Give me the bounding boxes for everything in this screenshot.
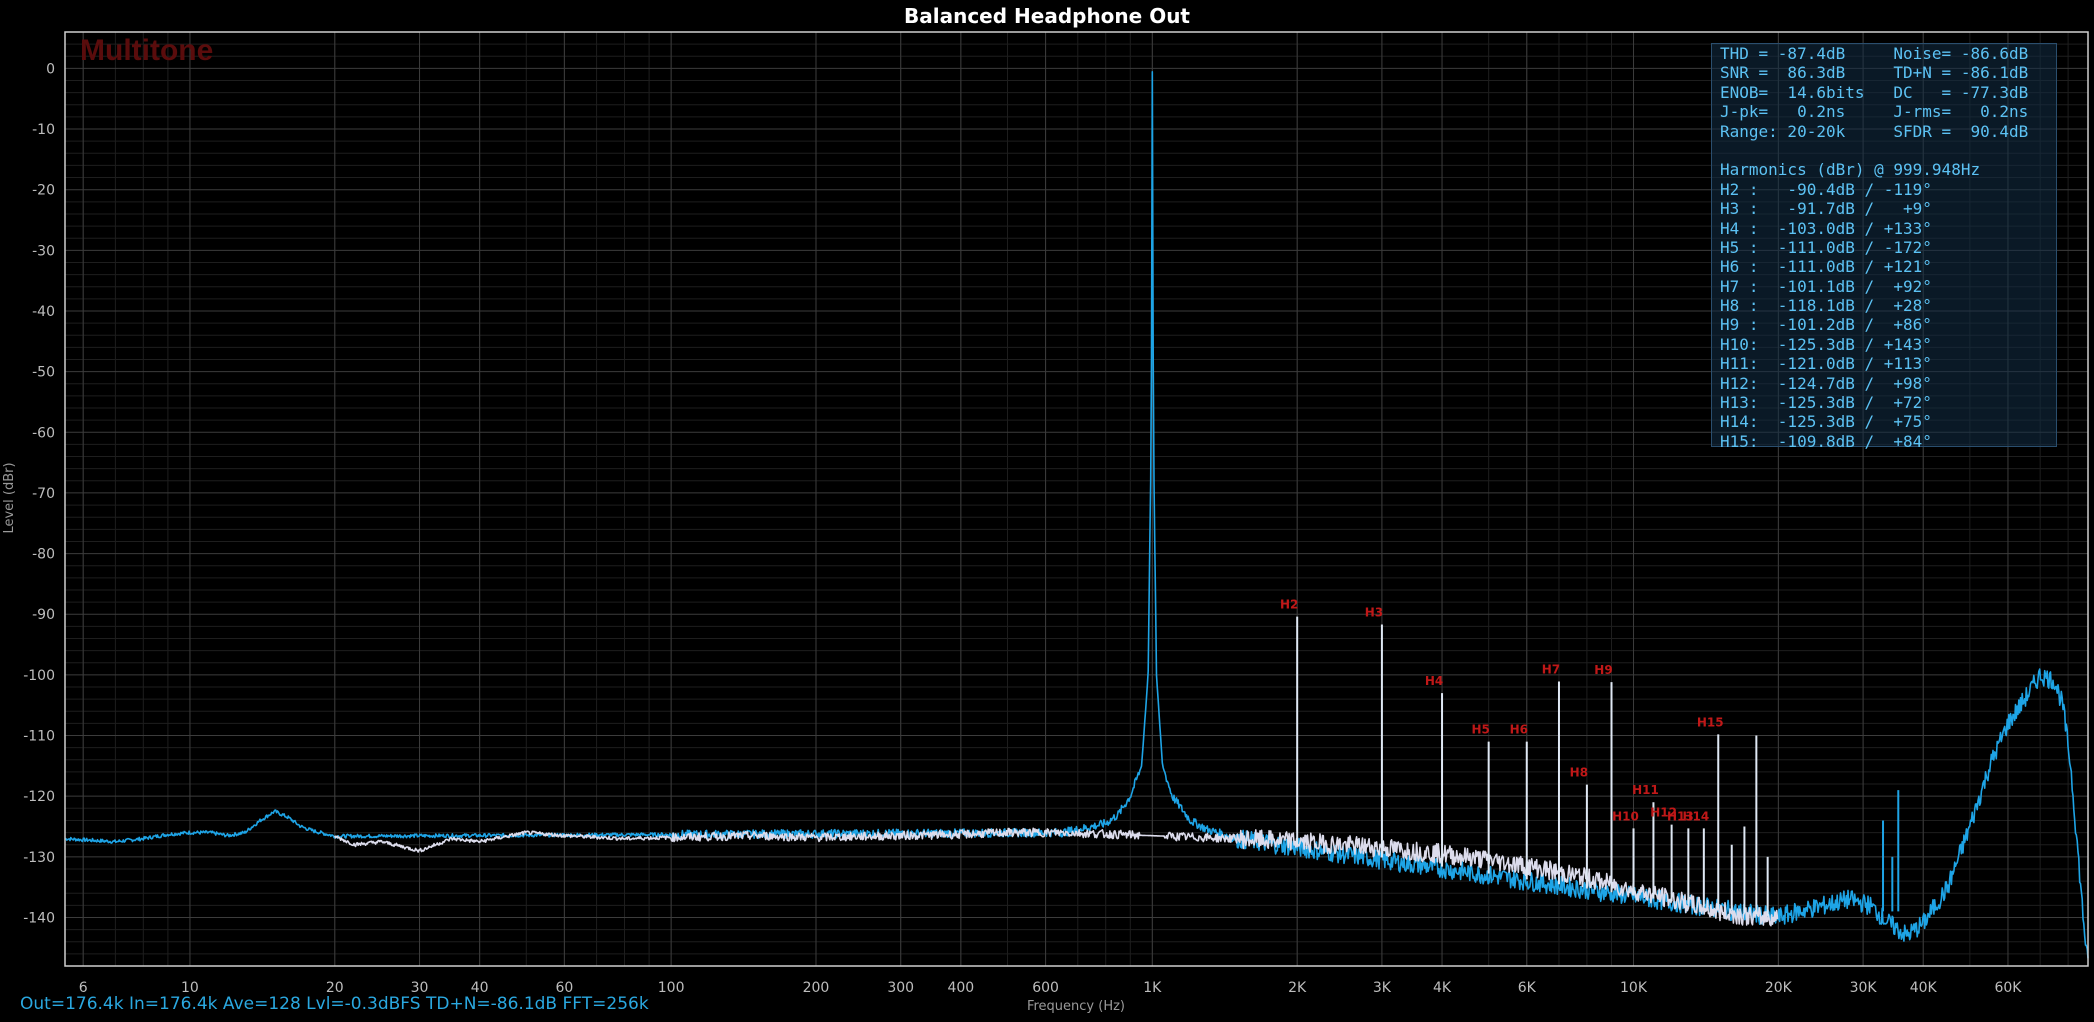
harmonic-label: H11 <box>1632 783 1659 797</box>
harmonic-label: H6 <box>1510 723 1528 737</box>
y-tick-label: -120 <box>23 789 55 805</box>
x-tick-label: 60K <box>1994 980 2022 996</box>
y-tick-label: -50 <box>32 365 55 381</box>
y-tick-label: -60 <box>32 425 55 441</box>
stats-panel: THD = -87.4dB Noise= -86.6dB SNR = 86.3d… <box>1711 43 2057 451</box>
y-tick-label: -140 <box>23 910 55 926</box>
harmonic-row: H5 : -111.0dB / -172° <box>1720 237 1932 257</box>
stats-spacer <box>1720 141 2056 160</box>
x-tick-label: 40K <box>1910 980 1938 996</box>
harmonic-label: H9 <box>1594 663 1612 677</box>
harmonic-row: H7 : -101.1dB / +92° <box>1720 276 1932 296</box>
x-tick-label: 30K <box>1850 980 1878 996</box>
harmonic-row: H15: -109.8dB / +84° <box>1720 431 1932 451</box>
y-tick-label: -20 <box>32 183 55 199</box>
harmonic-label: H10 <box>1612 809 1639 823</box>
y-tick-label: -80 <box>32 547 55 563</box>
harmonic-row: H2 : -90.4dB / -119° <box>1720 179 1932 199</box>
stats-summary-row: J-pk= 0.2ns J-rms= 0.2ns <box>1720 102 2029 122</box>
x-tick-label: 2K <box>1288 980 1307 996</box>
x-tick-label: 100 <box>658 980 685 996</box>
harmonic-row: H11: -121.0dB / +113° <box>1720 354 1932 374</box>
harmonic-label: H14 <box>1682 809 1709 823</box>
x-tick-label: 300 <box>887 980 914 996</box>
harmonic-row: H14: -125.3dB / +75° <box>1720 412 1932 432</box>
x-tick-label: 400 <box>947 980 974 996</box>
y-tick-label: -40 <box>32 304 55 320</box>
harmonic-row: H4 : -103.0dB / +133° <box>1720 218 1932 238</box>
harmonic-label: H7 <box>1542 663 1560 677</box>
y-tick-label: -30 <box>32 243 55 259</box>
harmonic-label: H3 <box>1365 606 1383 620</box>
harmonics-header: Harmonics (dBr) @ 999.948Hz <box>1720 160 1981 180</box>
harmonic-row: H6 : -111.0dB / +121° <box>1720 257 1932 277</box>
x-tick-label: 20K <box>1765 980 1793 996</box>
harmonic-label: H8 <box>1570 766 1588 780</box>
harmonic-label: H15 <box>1697 715 1724 729</box>
y-tick-label: -70 <box>32 486 55 502</box>
x-axis-label: Frequency (Hz) <box>1027 999 1125 1014</box>
status-footer: Out=176.4k In=176.4k Ave=128 Lvl=-0.3dBF… <box>20 994 649 1014</box>
y-axis-label: Level (dBr) <box>2 462 17 533</box>
y-tick-label: -90 <box>32 607 55 623</box>
y-tick-label: -10 <box>32 122 55 138</box>
harmonic-row: H8 : -118.1dB / +28° <box>1720 296 1932 316</box>
harmonic-label: H4 <box>1425 674 1443 688</box>
x-tick-label: 3K <box>1373 980 1392 996</box>
x-tick-label: 600 <box>1032 980 1059 996</box>
harmonic-row: H10: -125.3dB / +143° <box>1720 334 1932 354</box>
harmonic-spurs: H2H3H4H5 H6H7H8H9H10H11H12H13H14H15 <box>1280 598 1900 916</box>
watermark-logo: Multitone <box>80 34 214 67</box>
x-tick-label: 6K <box>1518 980 1537 996</box>
harmonic-row: H12: -124.7dB / +98° <box>1720 373 1932 393</box>
y-tick-label: -110 <box>23 729 55 745</box>
x-tick-label: 200 <box>803 980 830 996</box>
y-tick-label: -100 <box>23 668 55 684</box>
stats-summary-row: ENOB= 14.6bits DC = -77.3dB <box>1720 82 2029 102</box>
harmonic-row: H13: -125.3dB / +72° <box>1720 393 1932 413</box>
harmonic-label: H5 <box>1471 723 1489 737</box>
y-tick-label: -130 <box>23 850 55 866</box>
harmonic-row: H9 : -101.2dB / +86° <box>1720 315 1932 335</box>
harmonic-row: H3 : -91.7dB / +9° <box>1720 199 1932 219</box>
x-tick-label: 4K <box>1433 980 1452 996</box>
y-axis-ticks: 0 -10 -20 -30 -40 -50 -60 -70 -80 -90 -100 -110 -120… <box>23 61 55 926</box>
chart-title: Balanced Headphone Out <box>903 4 1190 28</box>
y-tick-label: 0 <box>46 61 55 77</box>
x-tick-label: 10K <box>1620 980 1648 996</box>
harmonic-label: H2 <box>1280 598 1298 612</box>
stats-summary-row: Range: 20-20k SFDR = 90.4dB <box>1720 121 2029 141</box>
stats-summary-row: SNR = 86.3dB TD+N = -86.1dB <box>1720 63 2029 83</box>
x-tick-label: 1K <box>1143 980 1162 996</box>
stats-summary-row: THD = -87.4dB Noise= -86.6dB <box>1720 44 2029 63</box>
